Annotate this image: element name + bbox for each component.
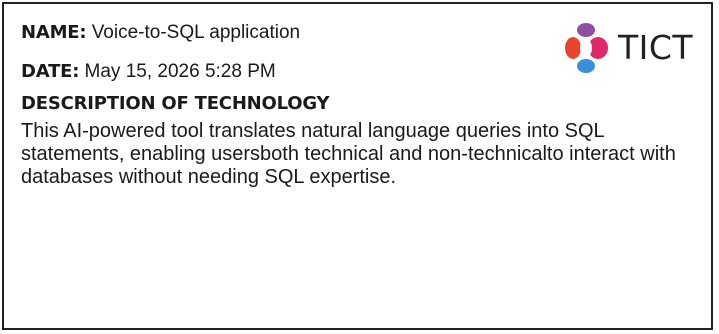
description-line: This AI-powered tool translates natural … [21,120,605,142]
tict-logo-icon [565,23,608,73]
tict-logo: TICT [558,19,708,77]
description-heading: DESCRIPTION OF TECHNOLOGY [21,93,330,114]
name-label: NAME: [21,22,87,43]
description-line: statements, enabling usersboth technical… [21,143,676,165]
date-value: May 15, 2026 5:28 PM [84,61,276,82]
description-line: databases without needing SQL expertise. [21,166,397,188]
name-row: NAME: Voice-to-SQL application [21,22,300,44]
description-text: This AI-powered tool translates natural … [21,120,693,189]
date-row: DATE: May 15, 2026 5:28 PM [21,61,276,83]
name-value: Voice-to-SQL application [91,22,301,43]
logo-text: TICT [618,28,694,67]
technology-card: NAME: Voice-to-SQL application DATE: May… [2,2,713,330]
date-label: DATE: [21,61,80,82]
